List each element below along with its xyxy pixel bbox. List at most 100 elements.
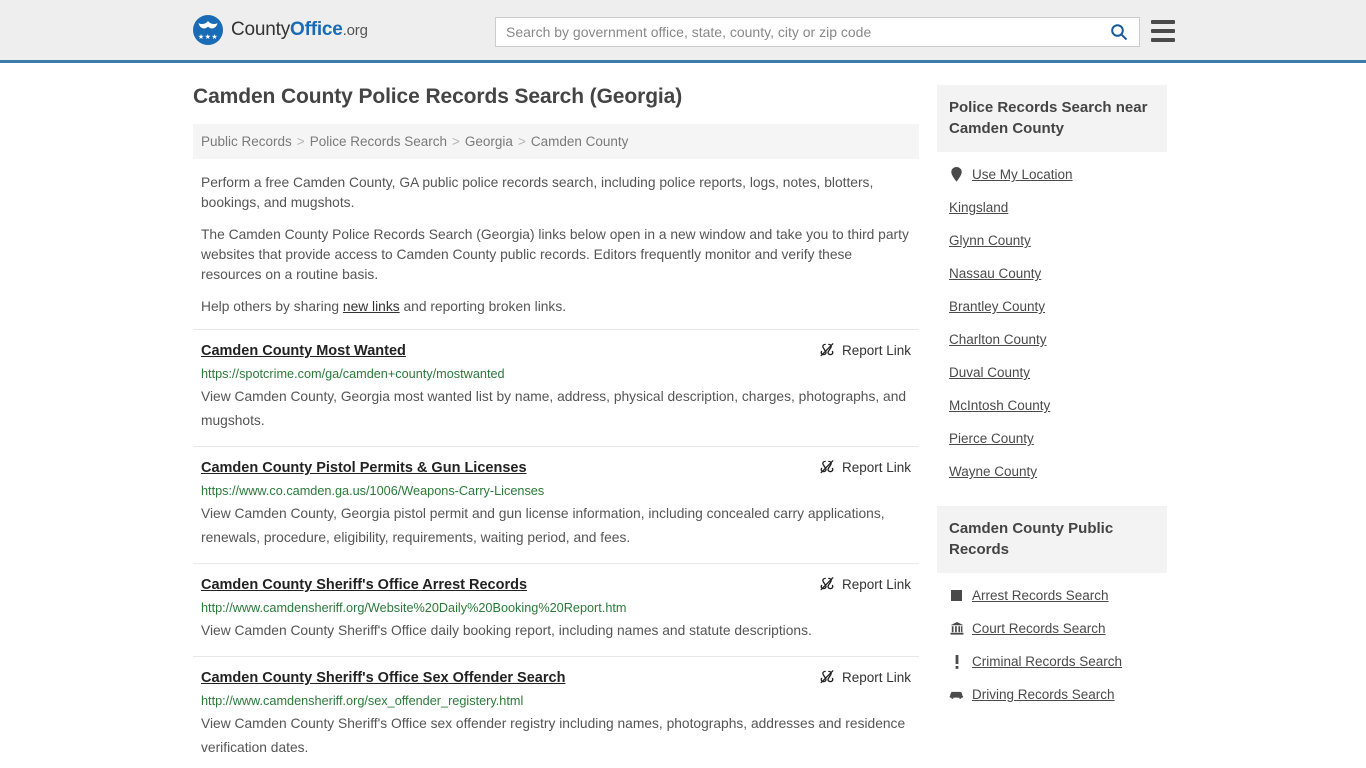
sidebar-link-label[interactable]: Criminal Records Search <box>972 654 1122 669</box>
search-bar <box>495 17 1140 47</box>
result-url[interactable]: https://www.co.camden.ga.us/1006/Weapons… <box>201 483 911 500</box>
result-description: View Camden County Sheriff's Office dail… <box>201 623 812 638</box>
result-title[interactable]: Camden County Pistol Permits & Gun Licen… <box>201 459 527 478</box>
report-link-button[interactable]: Report Link <box>819 342 911 358</box>
sidebar-link-label[interactable]: Kingsland <box>949 200 1008 215</box>
sidebar-item-court-records-search[interactable]: Court Records Search <box>937 612 1167 645</box>
breadcrumb-item-public-records[interactable]: Public Records <box>201 134 292 149</box>
intro-paragraph-3: Help others by sharing new links and rep… <box>193 297 919 317</box>
logo-text-suffix: .org <box>342 22 368 39</box>
hamburger-bar <box>1151 29 1175 33</box>
site-header: ★★★ CountyOffice.org <box>0 0 1366 63</box>
sidebar-item-glynn-county[interactable]: Glynn County <box>937 224 1167 257</box>
result-description: View Camden County, Georgia pistol permi… <box>201 506 885 545</box>
result-item: Camden County Sheriff's Office Arrest Re… <box>193 563 919 656</box>
sidebar-link-label[interactable]: Duval County <box>949 365 1030 380</box>
square-icon <box>949 590 964 601</box>
sidebar-item-mcintosh-county[interactable]: McIntosh County <box>937 389 1167 422</box>
result-item: Camden County Most Wanted Report Link ht… <box>193 329 919 446</box>
eagle-glyph <box>198 21 218 29</box>
sidebar-item-nassau-county[interactable]: Nassau County <box>937 257 1167 290</box>
breadcrumb-item-georgia[interactable]: Georgia <box>465 134 513 149</box>
site-logo[interactable]: ★★★ CountyOffice.org <box>193 15 368 45</box>
hamburger-bar <box>1151 20 1175 24</box>
sidebar-item-criminal-records-search[interactable]: Criminal Records Search <box>937 645 1167 678</box>
report-link-label: Report Link <box>841 459 911 475</box>
sidebar-item-pierce-county[interactable]: Pierce County <box>937 422 1167 455</box>
sidebar: Police Records Search near Camden County… <box>937 85 1167 768</box>
stars-glyph: ★★★ <box>197 34 219 41</box>
intro-section: Perform a free Camden County, GA public … <box>193 173 919 317</box>
report-link-button[interactable]: Report Link <box>819 459 911 475</box>
result-header: Camden County Most Wanted Report Link <box>201 342 911 361</box>
page-title: Camden County Police Records Search (Geo… <box>193 85 683 108</box>
hamburger-menu-icon[interactable] <box>1151 20 1175 42</box>
report-link-button[interactable]: Report Link <box>819 669 911 685</box>
intro-text-before: Help others by sharing <box>201 299 343 314</box>
sidebar-public-records-list: Arrest Records Search Court Records Sear… <box>937 573 1167 713</box>
broken-link-icon <box>820 670 834 684</box>
sidebar-link-label[interactable]: Court Records Search <box>972 621 1106 636</box>
breadcrumb: Public Records > Police Records Search > Geo… <box>193 124 919 159</box>
search-icon <box>1111 24 1128 41</box>
result-description: View Camden County, Georgia most wanted … <box>201 389 907 428</box>
report-link-button[interactable]: Report Link <box>819 576 911 592</box>
sidebar-link-label[interactable]: Pierce County <box>949 431 1034 446</box>
result-item: Camden County Sheriff's Office Sex Offen… <box>193 656 919 768</box>
intro-paragraph-2: The Camden County Police Records Search … <box>201 227 909 282</box>
intro-paragraph-1: Perform a free Camden County, GA public … <box>201 175 874 210</box>
result-title[interactable]: Camden County Most Wanted <box>201 342 406 361</box>
sidebar-link-label[interactable]: Wayne County <box>949 464 1037 479</box>
logo-text: CountyOffice.org <box>231 19 368 41</box>
hamburger-bar <box>1151 38 1175 42</box>
eagle-seal-icon: ★★★ <box>193 15 223 45</box>
content-container: Camden County Police Records Search (Geo… <box>193 63 1173 768</box>
report-link-label: Report Link <box>841 576 911 592</box>
exclamation-icon <box>949 654 964 669</box>
breadcrumb-separator: > <box>452 134 460 149</box>
broken-link-icon <box>820 343 834 357</box>
page-body: Camden County Police Records Search (Geo… <box>0 63 1366 768</box>
sidebar-link-label[interactable]: Arrest Records Search <box>972 588 1109 603</box>
breadcrumb-item-camden-county[interactable]: Camden County <box>531 134 629 149</box>
sidebar-link-label[interactable]: Use My Location <box>972 167 1073 182</box>
main-column: Camden County Police Records Search (Geo… <box>193 85 919 768</box>
sidebar-link-label[interactable]: McIntosh County <box>949 398 1050 413</box>
result-header: Camden County Pistol Permits & Gun Licen… <box>201 459 911 478</box>
sidebar-link-label[interactable]: Charlton County <box>949 332 1047 347</box>
sidebar-link-label[interactable]: Nassau County <box>949 266 1041 281</box>
breadcrumb-separator: > <box>517 134 526 149</box>
search-input[interactable] <box>496 18 1099 46</box>
sidebar-item-brantley-county[interactable]: Brantley County <box>937 290 1167 323</box>
sidebar-item-arrest-records-search[interactable]: Arrest Records Search <box>937 579 1167 612</box>
search-button[interactable] <box>1099 18 1139 46</box>
result-url[interactable]: http://www.camdensheriff.org/Website%20D… <box>201 600 911 617</box>
logo-text-part1: County <box>231 19 291 40</box>
result-header: Camden County Sheriff's Office Arrest Re… <box>201 576 911 595</box>
sidebar-item-wayne-county[interactable]: Wayne County <box>937 455 1167 488</box>
breadcrumb-item-police-records-search[interactable]: Police Records Search <box>310 134 447 149</box>
result-title[interactable]: Camden County Sheriff's Office Arrest Re… <box>201 576 527 595</box>
new-links-link[interactable]: new links <box>343 299 400 314</box>
map-pin-icon <box>949 167 964 182</box>
breadcrumb-separator: > <box>296 134 305 149</box>
result-item: Camden County Pistol Permits & Gun Licen… <box>193 446 919 563</box>
sidebar-item-driving-records-search[interactable]: Driving Records Search <box>937 678 1167 711</box>
sidebar-link-label[interactable]: Driving Records Search <box>972 687 1115 702</box>
courthouse-icon <box>949 622 964 635</box>
sidebar-item-use-my-location[interactable]: Use My Location <box>937 158 1167 191</box>
result-title[interactable]: Camden County Sheriff's Office Sex Offen… <box>201 669 565 688</box>
sidebar-link-label[interactable]: Brantley County <box>949 299 1045 314</box>
report-link-label: Report Link <box>841 342 911 358</box>
sidebar-item-kingsland[interactable]: Kingsland <box>937 191 1167 224</box>
broken-link-icon <box>820 577 834 591</box>
result-url[interactable]: http://www.camdensheriff.org/sex_offende… <box>201 693 911 710</box>
sidebar-public-records-heading: Camden County Public Records <box>937 506 1167 573</box>
result-description: View Camden County Sheriff's Office sex … <box>201 716 906 755</box>
sidebar-nearby-list: Use My Location Kingsland Glynn County N… <box>937 152 1167 490</box>
sidebar-item-duval-county[interactable]: Duval County <box>937 356 1167 389</box>
sidebar-item-charlton-county[interactable]: Charlton County <box>937 323 1167 356</box>
result-url[interactable]: https://spotcrime.com/ga/camden+county/m… <box>201 366 911 383</box>
sidebar-link-label[interactable]: Glynn County <box>949 233 1031 248</box>
